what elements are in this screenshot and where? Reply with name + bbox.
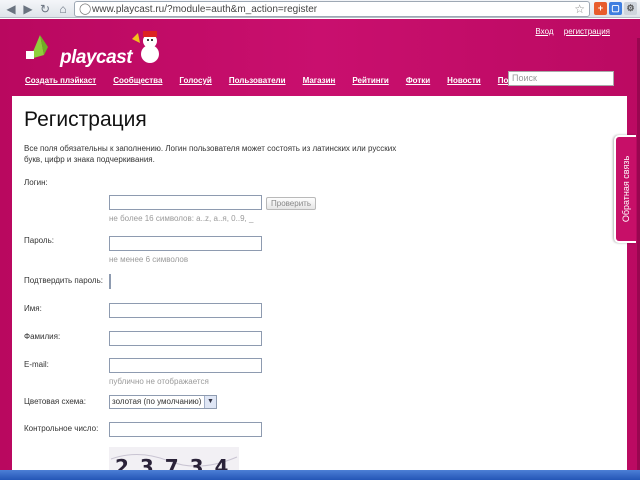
home-icon[interactable]: ⌂: [56, 2, 70, 16]
address-bar[interactable]: ◯ www.playcast.ru/?module=auth&m_action=…: [74, 1, 590, 17]
confirm-password-field[interactable]: [109, 274, 111, 289]
name-field[interactable]: [109, 303, 262, 318]
confirm-password-label: Подтвердить пароль:: [24, 276, 103, 285]
nav-news[interactable]: Новости: [447, 76, 481, 85]
color-scheme-label: Цветовая схема:: [24, 397, 86, 406]
browser-toolbar: ◀ ▶ ↻ ⌂ ◯ www.playcast.ru/?module=auth&m…: [0, 0, 640, 18]
color-scheme-value: золотая (по умолчанию): [112, 397, 202, 406]
extension-page-icon[interactable]: ▢: [609, 2, 622, 15]
password-field[interactable]: [109, 236, 262, 251]
surname-field[interactable]: [109, 331, 262, 346]
url-text[interactable]: www.playcast.ru/?module=auth&m_action=re…: [92, 3, 317, 16]
check-login-button[interactable]: Проверить: [266, 197, 317, 210]
bookmark-star-icon[interactable]: ☆: [574, 2, 585, 16]
password-hint: не менее 6 символов: [109, 255, 189, 264]
nav-create-playcast[interactable]: Создать плэйкаст: [25, 76, 96, 85]
auth-links: Вход регистрация: [527, 27, 610, 36]
name-label: Имя:: [24, 304, 42, 313]
nav-ratings[interactable]: Рейтинги: [352, 76, 388, 85]
captcha-field[interactable]: [109, 422, 262, 437]
email-field[interactable]: [109, 358, 262, 373]
os-taskbar: [0, 470, 640, 480]
nav-communities[interactable]: Сообщества: [113, 76, 162, 85]
password-label: Пароль:: [24, 236, 54, 245]
surname-label: Фамилия:: [24, 332, 61, 341]
login-hint: не более 16 символов: a..z, а..я, 0..9, …: [109, 214, 254, 223]
reload-icon[interactable]: ↻: [38, 2, 52, 16]
globe-icon: ◯: [79, 3, 92, 15]
captcha-label: Контрольное число:: [24, 424, 99, 433]
logo-emblem-icon: [26, 35, 48, 59]
register-link[interactable]: регистрация: [564, 27, 610, 36]
login-label: Логин:: [24, 178, 48, 187]
back-arrow-icon[interactable]: ◀: [4, 2, 18, 16]
email-hint: публично не отображается: [109, 377, 209, 386]
nav-shop[interactable]: Магазин: [303, 76, 336, 85]
nav-photos[interactable]: Фотки: [406, 76, 430, 85]
chevron-down-icon[interactable]: ▼: [204, 396, 216, 408]
search-input[interactable]: Поиск: [508, 71, 614, 86]
extension-add-icon[interactable]: +: [594, 2, 607, 15]
login-field[interactable]: [109, 195, 262, 210]
form-intro: Все поля обязательны к заполнению. Логин…: [24, 144, 397, 164]
site-header: playcast Вход регистрация Создать плэйка…: [0, 19, 640, 480]
nav-vote[interactable]: Голосуй: [179, 76, 211, 85]
feedback-tab[interactable]: Обратная связь: [614, 135, 636, 243]
color-scheme-select[interactable]: золотая (по умолчанию) ▼: [109, 395, 217, 409]
email-label: E-mail:: [24, 360, 49, 369]
forward-arrow-icon[interactable]: ▶: [21, 2, 35, 16]
login-link[interactable]: Вход: [535, 27, 553, 36]
page-title: Регистрация: [24, 108, 147, 131]
feedback-label: Обратная связь: [621, 155, 631, 223]
snowman-icon: [132, 31, 159, 63]
main-nav: Создать плэйкаст Сообщества Голосуй Поль…: [25, 76, 548, 85]
nav-users[interactable]: Пользователи: [229, 76, 286, 85]
registration-panel: Регистрация Все поля обязательны к запол…: [12, 96, 627, 480]
wrench-icon[interactable]: ⚙: [624, 2, 637, 15]
